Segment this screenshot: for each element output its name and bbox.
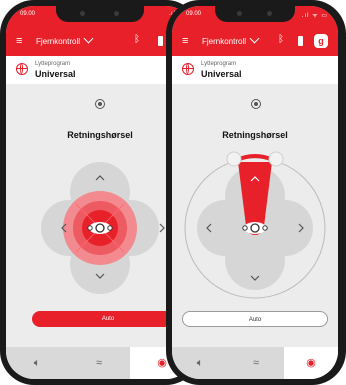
bluetooth-icon[interactable]: ᛒ (278, 34, 284, 45)
header-title[interactable]: Fjernkontroll (36, 33, 94, 46)
battery-icon[interactable] (158, 36, 163, 46)
direction-heading: Retningshørsel (222, 130, 288, 140)
phone-right: 09.00 .ıl ᯤ ▭ ≡ Fjernkontroll ᛒ g Lyttep… (166, 0, 346, 385)
status-signal: .ıl ᯤ ▭ (301, 13, 328, 19)
program-selector[interactable]: Lytteprogram Universal (172, 56, 338, 84)
menu-icon[interactable]: ≡ (16, 36, 22, 47)
header-title-text: Fjernkontroll (202, 37, 247, 46)
focus-handle-right[interactable] (268, 151, 284, 167)
direction-pad (184, 151, 326, 299)
bluetooth-icon[interactable]: ᛒ (134, 34, 140, 45)
camera-dot (114, 11, 119, 16)
tinnitus-icon[interactable]: ≈ (228, 347, 284, 379)
auto-button[interactable]: Auto (182, 311, 328, 327)
header-bar: ≡ Fjernkontroll ᛒ g (172, 28, 338, 56)
program-label: Lytteprogram (201, 61, 237, 67)
program-label: Lytteprogram (35, 61, 71, 67)
notch (56, 6, 144, 22)
auto-button[interactable]: Auto (32, 311, 184, 327)
header-title[interactable]: Fjernkontroll (202, 33, 260, 46)
phone-screen-right: 09.00 .ıl ᯤ ▭ ≡ Fjernkontroll ᛒ g Lyttep… (172, 6, 338, 379)
volume-icon[interactable]: 🔈︎ (6, 347, 68, 379)
notch (215, 6, 295, 22)
menu-icon[interactable]: ≡ (182, 36, 188, 47)
camera-dot (267, 11, 272, 16)
globe-icon (16, 63, 28, 75)
center-focus-icon[interactable] (95, 99, 105, 109)
chevron-down-icon (249, 33, 260, 44)
status-time: 09.00 (20, 11, 36, 17)
program-value: Universal (201, 69, 242, 79)
tinnitus-icon[interactable]: ≈ (68, 347, 130, 379)
sensor-dot (237, 11, 242, 16)
bottom-nav: 🔈︎ ≈ ◉ (172, 347, 338, 379)
remote-control-icon[interactable]: ◉ (284, 347, 338, 379)
center-focus-icon[interactable] (251, 99, 261, 109)
volume-icon[interactable]: 🔈︎ (172, 347, 228, 379)
notification-badge[interactable]: g (314, 34, 328, 48)
focus-arc (235, 154, 275, 162)
header-title-text: Fjernkontroll (36, 37, 81, 46)
sensor-dot (80, 11, 85, 16)
arrow-right-icon[interactable] (159, 223, 165, 233)
status-time: 09.00 (186, 11, 202, 17)
battery-icon[interactable] (298, 36, 303, 46)
globe-icon (182, 63, 194, 75)
chevron-down-icon (83, 33, 94, 44)
focus-handle-left[interactable] (226, 151, 242, 167)
program-value: Universal (35, 69, 76, 79)
